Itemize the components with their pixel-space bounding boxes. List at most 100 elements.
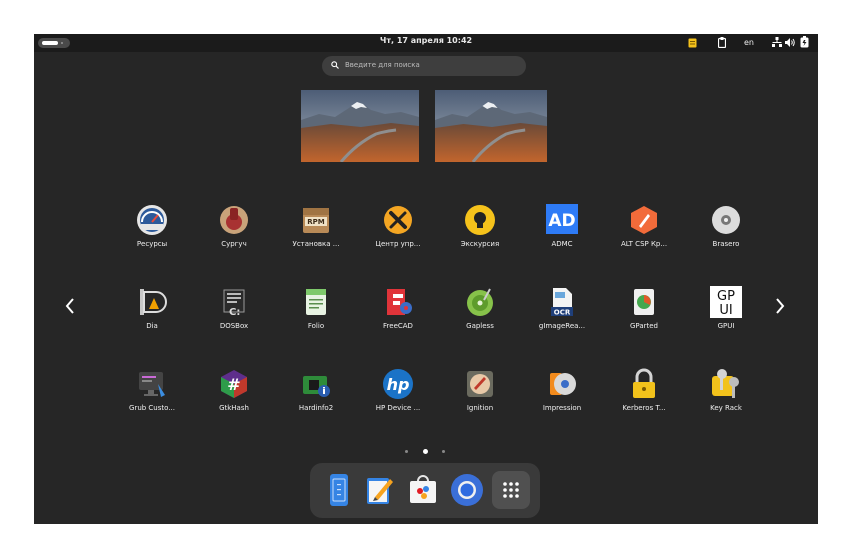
svg-text:AD: AD [548,211,575,231]
disc-icon [712,206,740,234]
resources-icon [137,205,167,235]
show-apps-button[interactable] [492,471,530,509]
notes-icon[interactable] [688,38,697,48]
app-tile[interactable]: ALT CSP Кр... [604,204,684,264]
app-label: ADMC [551,240,573,248]
app-label: Grub Custo... [129,404,175,412]
clipboard-icon[interactable] [718,37,726,48]
svg-text:hp: hp [387,375,410,394]
app-label: Key Rack [710,404,742,412]
app-label: FreeCAD [383,322,413,330]
chevron-right-icon [776,298,785,314]
folio-icon [306,289,326,315]
app-label: GPUI [717,322,735,330]
files-icon [330,474,348,506]
search-placeholder: Введите для поиска [345,61,420,69]
app-tile[interactable]: # GtkHash [194,368,274,428]
app-label: Impression [542,404,582,412]
page-dot[interactable] [405,450,408,453]
app-tile[interactable]: Экскурсия [440,204,520,264]
app-tile[interactable]: Key Rack [686,368,766,428]
volume-icon[interactable] [785,37,795,48]
top-bar: Чт, 17 апреля 10:42 en [34,34,818,52]
show-apps-icon [503,482,519,498]
app-tile[interactable]: Ресурсы [112,204,192,264]
app-tile[interactable]: OCR gImageRea... [522,286,602,346]
app-tile[interactable]: GParted [604,286,684,346]
page-dot[interactable] [442,450,445,453]
app-tile[interactable]: Hardinfo2 [276,368,356,428]
control-center-icon [384,206,412,234]
dock-item-software-center[interactable] [404,471,442,509]
clock[interactable]: Чт, 17 апреля 10:42 [34,36,818,45]
app-label: HP Device ... [375,404,421,412]
dia-icon [140,289,167,315]
app-label: Gapless [466,322,494,330]
dock-item-files[interactable] [320,471,358,509]
svg-text:RPM: RPM [307,218,325,226]
chevron-left-icon [65,298,74,314]
app-tile[interactable]: Центр упр... [358,204,438,264]
mountain-wallpaper [301,90,419,162]
app-label: Сургуч [221,240,247,248]
app-tile[interactable]: Impression [522,368,602,428]
svg-text:GP: GP [717,289,735,304]
app-tile[interactable]: Brasero [686,204,766,264]
next-page-button[interactable] [774,296,786,316]
mountain-wallpaper [435,90,547,162]
network-icon[interactable] [772,37,782,48]
dock-item-chromium[interactable] [448,471,486,509]
app-tile[interactable]: C: DOSBox [194,286,274,346]
dock-item-text-editor[interactable] [360,471,398,509]
app-label: Центр упр... [375,240,421,248]
dosbox-icon: C: [223,289,245,318]
chromium-icon [451,474,483,506]
previous-page-button[interactable] [64,296,76,316]
app-tile[interactable]: FreeCAD [358,286,438,346]
rpm-package-icon: RPM [303,208,329,233]
app-tile[interactable]: RPM Установка ... [276,204,356,264]
workspace-thumbnail-1[interactable] [301,90,419,162]
app-label: Brasero [712,240,740,248]
hash-icon: # [221,370,247,398]
workspace-thumbnail-2[interactable] [435,90,553,162]
search-icon [331,61,339,69]
app-tile[interactable]: Gapless [440,286,520,346]
keys-icon [712,369,739,398]
app-tile[interactable]: Kerberos T... [604,368,684,428]
app-tile[interactable]: AD ADMC [522,204,602,264]
impression-icon [550,373,576,395]
app-label: GtkHash [219,404,249,412]
hardinfo-icon [303,376,330,397]
app-tile[interactable]: GP UI GPUI [686,286,766,346]
grub-icon [139,372,165,397]
lightbulb-icon [465,205,495,235]
text-editor-icon [367,478,393,504]
app-tile[interactable]: hp HP Device ... [358,368,438,428]
app-label: Folio [307,322,325,330]
app-label: Kerberos T... [622,404,666,412]
app-tile[interactable]: Ignition [440,368,520,428]
sealing-wax-icon [220,206,248,234]
desktop-screen: Чт, 17 апреля 10:42 en Введите для поиск… [34,34,818,524]
lock-icon [633,368,655,398]
app-label: ALT CSP Кр... [620,240,668,248]
app-tile[interactable]: Grub Custo... [112,368,192,428]
app-label: DOSBox [219,322,249,330]
search-input[interactable]: Введите для поиска [322,56,526,76]
page-dot-active[interactable] [423,449,428,454]
ocr-icon: OCR [551,288,573,317]
battery-icon[interactable] [800,36,809,48]
keyboard-layout[interactable]: en [744,38,754,47]
app-tile[interactable]: Folio [276,286,356,346]
svg-text:#: # [227,375,240,394]
app-label: Установка ... [292,240,340,248]
hp-icon: hp [383,369,413,399]
gapless-icon [467,288,493,316]
alt-csp-icon [631,206,657,234]
gpui-icon: GP UI [710,286,742,318]
app-label: GParted [630,322,658,330]
ignition-icon [467,371,493,397]
app-tile[interactable]: Сургуч [194,204,274,264]
app-tile[interactable]: Dia [112,286,192,346]
